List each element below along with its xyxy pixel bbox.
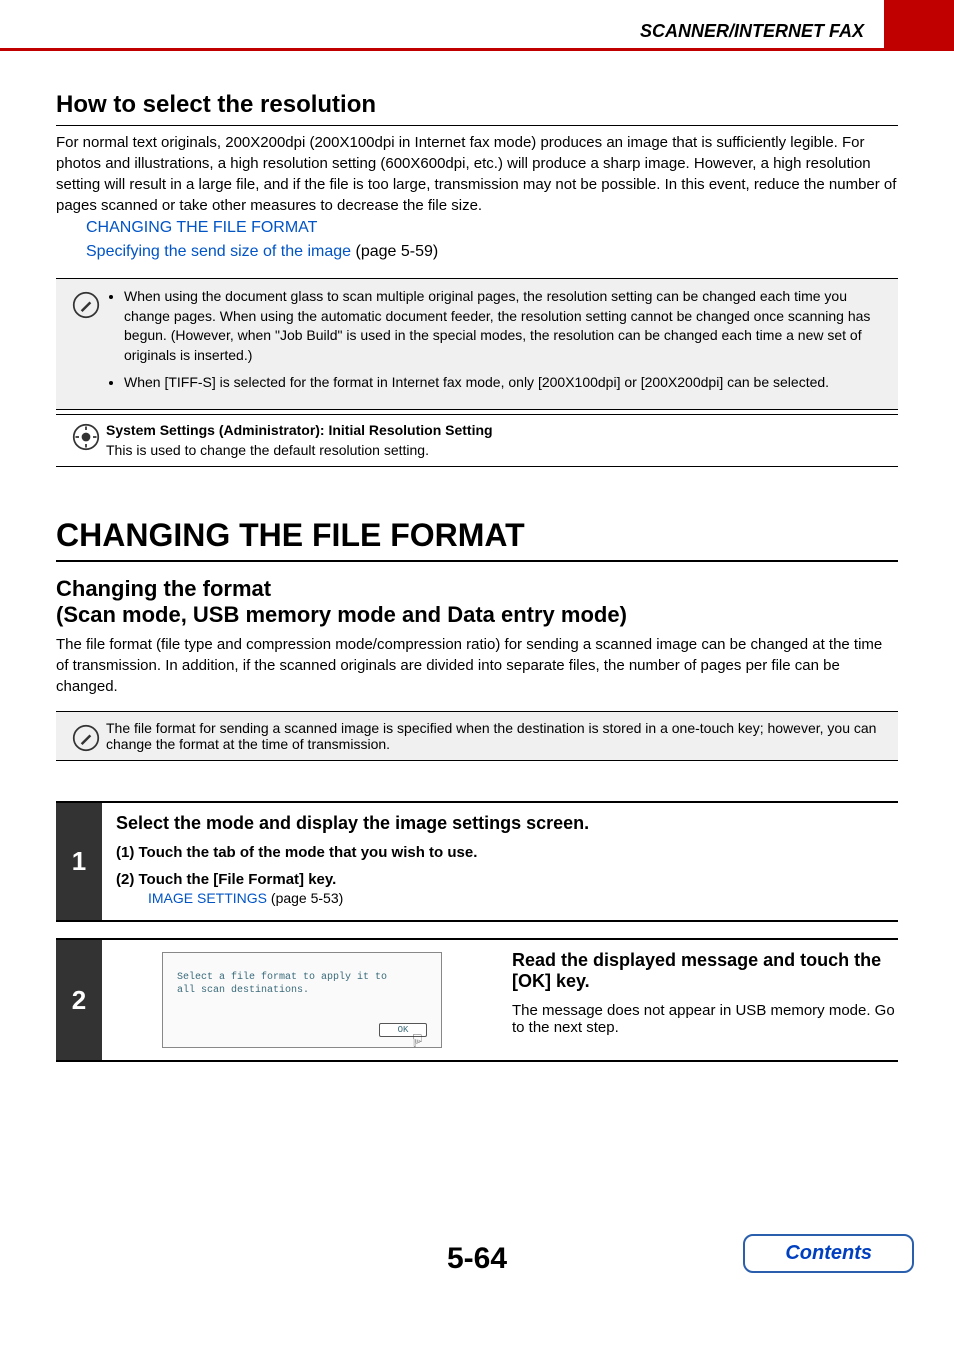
gear-circle-icon [72,423,100,451]
note-box-format: The file format for sending a scanned im… [56,711,898,761]
contents-button[interactable]: Contents [743,1234,914,1273]
note-bullet-2: When [TIFF-S] is selected for the format… [124,373,888,393]
subheading-line2: (Scan mode, USB memory mode and Data ent… [56,602,627,627]
changing-format-body: The file format (file type and compressi… [56,634,898,697]
note-format-body: The file format for sending a scanned im… [106,720,876,752]
screen-msg-line2: all scan destinations. [177,985,309,996]
step-1-sub2: (2) Touch the [File Format] key. [116,871,898,888]
step-1-row: 1 Select the mode and display the image … [56,803,898,922]
link-specifying-send-size-pageref: (page 5-59) [356,243,439,260]
note-box-resolution: When using the document glass to scan mu… [56,278,898,410]
link-image-settings[interactable]: IMAGE SETTINGS [148,890,267,906]
heading-changing-file-format: CHANGING THE FILE FORMAT [56,517,898,562]
admin-settings-title: System Settings (Administrator): Initial… [106,422,493,438]
screen-panel: Select a file format to apply it to all … [162,952,442,1048]
step-1-title: Select the mode and display the image se… [116,813,898,834]
step-2-title: Read the displayed message and touch the… [512,950,898,992]
subheading-changing-format: Changing the format (Scan mode, USB memo… [56,576,898,628]
pencil-circle-icon [72,291,100,319]
header-red-block [884,0,954,48]
header: SCANNER/INTERNET FAX [0,0,954,51]
section-heading-resolution: How to select the resolution [56,91,898,126]
step-1-sub1: (1) Touch the tab of the mode that you w… [116,844,898,861]
ok-button[interactable]: OK [379,1023,427,1037]
link-changing-file-format[interactable]: CHANGING THE FILE FORMAT [86,219,317,236]
admin-settings-box: System Settings (Administrator): Initial… [56,414,898,467]
header-section-title: SCANNER/INTERNET FAX [0,21,884,48]
step-2-body: The message does not appear in USB memor… [512,1002,898,1036]
step-1-number: 1 [56,803,102,920]
link-specifying-send-size[interactable]: Specifying the send size of the image [86,243,351,260]
subheading-line1: Changing the format [56,576,271,601]
admin-settings-body: This is used to change the default resol… [106,442,429,458]
note-bullet-1: When using the document glass to scan mu… [124,287,888,365]
link-image-settings-pageref: (page 5-53) [271,890,343,906]
step-2-row: 2 Select a file format to apply it to al… [56,940,898,1062]
pencil-circle-icon [72,724,100,752]
screen-msg-line1: Select a file format to apply it to [177,972,387,983]
step-2-number: 2 [56,940,102,1060]
resolution-body-text: For normal text originals, 200X200dpi (2… [56,132,898,216]
